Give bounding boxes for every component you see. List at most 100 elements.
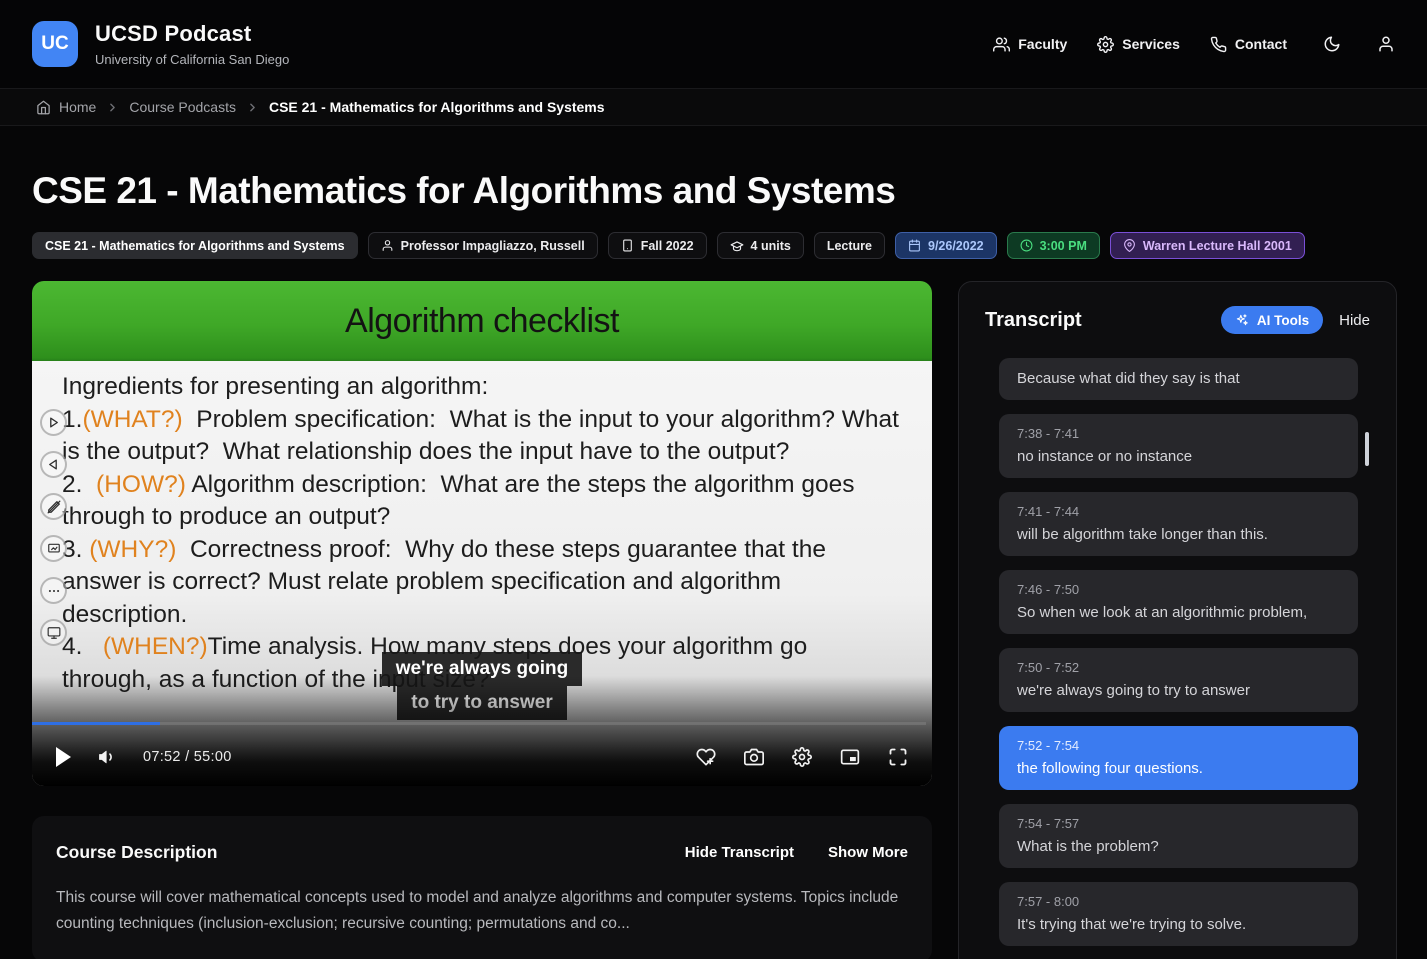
transcript-item[interactable]: Because what did they say is that xyxy=(999,358,1358,400)
volume-icon[interactable] xyxy=(97,747,117,767)
transcript-hide-button[interactable]: Hide xyxy=(1339,312,1370,329)
transcript-item[interactable]: 7:54 - 7:57What is the problem? xyxy=(999,804,1358,868)
graduation-cap-icon xyxy=(730,239,744,253)
transcript-item[interactable]: 7:38 - 7:41 no instance or no instance xyxy=(999,414,1358,478)
picture-in-picture-icon[interactable] xyxy=(840,747,860,767)
chip-units-label: 4 units xyxy=(751,239,791,253)
person-icon xyxy=(381,239,394,252)
breadcrumb-home-label: Home xyxy=(59,99,96,115)
transcript-text: will be algorithm take longer than this. xyxy=(1017,526,1340,543)
annotation-monitor-icon[interactable] xyxy=(40,619,67,646)
slide-highlight: (WHY?) xyxy=(89,536,176,563)
slide-item: 1.(WHAT?) Problem specification: What is… xyxy=(62,404,902,469)
show-more-button[interactable]: Show More xyxy=(828,844,908,861)
slide-item: 3. (WHY?) Correctness proof: Why do thes… xyxy=(62,534,902,632)
time-display: 07:52 / 55:00 xyxy=(143,749,232,765)
transcript-title: Transcript xyxy=(985,309,1082,332)
caption-overlay: we're always going to try to answer xyxy=(32,652,932,720)
transcript-text: no instance or no instance xyxy=(1017,448,1340,465)
video-progress-bar[interactable] xyxy=(32,722,926,725)
chevron-right-icon xyxy=(106,101,119,114)
slide-header: Algorithm checklist xyxy=(32,281,932,361)
annotation-board-icon[interactable] xyxy=(40,535,67,562)
ucsd-logo: UC xyxy=(32,21,78,67)
transcript-item[interactable]: 7:57 - 8:00 It's trying that we're trying… xyxy=(999,882,1358,946)
transcript-item[interactable]: 7:41 - 7:44 will be algorithm take longer… xyxy=(999,492,1358,556)
header-nav: Faculty Services Contact xyxy=(993,35,1395,53)
chip-course-code: CSE 21 - Mathematics for Algorithms and … xyxy=(32,232,358,259)
map-pin-icon xyxy=(1123,239,1136,252)
chip-location-label: Warren Lecture Hall 2001 xyxy=(1143,239,1292,253)
play-button[interactable] xyxy=(56,747,71,767)
main-content: CSE 21 - Mathematics for Algorithms and … xyxy=(0,126,1427,959)
chip-time-label: 3:00 PM xyxy=(1040,239,1087,253)
annotation-pen-off-icon[interactable] xyxy=(40,493,67,520)
app-header: UC UCSD Podcast University of California… xyxy=(0,0,1427,88)
nav-faculty[interactable]: Faculty xyxy=(993,36,1067,53)
video-progress-fill xyxy=(32,722,160,725)
phone-icon xyxy=(1210,36,1227,53)
slide-item: 2. (HOW?) Algorithm description: What ar… xyxy=(62,469,902,534)
transcript-item[interactable]: 7:50 - 7:52we're always going to try to … xyxy=(999,648,1358,712)
transcript-panel: Transcript AI Tools Hide Because what di… xyxy=(958,281,1397,959)
users-icon xyxy=(993,36,1010,53)
ai-tools-label: AI Tools xyxy=(1257,313,1309,328)
breadcrumb: Home Course Podcasts CSE 21 - Mathematic… xyxy=(0,88,1427,126)
chip-professor: Professor Impagliazzo, Russell xyxy=(368,232,598,259)
chip-term-label: Fall 2022 xyxy=(641,239,694,253)
home-icon xyxy=(36,100,51,115)
transcript-list: Because what did they say is that 7:38 - … xyxy=(981,358,1374,959)
ai-tools-button[interactable]: AI Tools xyxy=(1221,306,1323,334)
favorite-heart-plus-icon[interactable] xyxy=(696,747,716,767)
transcript-scrollbar[interactable] xyxy=(1365,432,1369,466)
video-player[interactable]: Algorithm checklist Ingredients for pres… xyxy=(32,281,932,786)
transcript-timestamp: 7:57 - 8:00 xyxy=(1017,894,1340,909)
chip-time: 3:00 PM xyxy=(1007,232,1100,259)
transcript-item[interactable]: 7:52 - 7:54 the following four questions. xyxy=(999,726,1358,790)
transcript-text: Because what did they say is that xyxy=(1017,370,1340,387)
course-description-card: Course Description Hide Transcript Show … xyxy=(32,816,932,959)
transcript-text: we're always going to try to answer xyxy=(1017,682,1340,699)
course-description-text: This course will cover mathematical conc… xyxy=(56,885,908,936)
breadcrumb-current: CSE 21 - Mathematics for Algorithms and … xyxy=(269,99,605,115)
transcript-timestamp: 7:41 - 7:44 xyxy=(1017,504,1340,519)
breadcrumb-home[interactable]: Home xyxy=(36,99,96,115)
screenshot-camera-icon[interactable] xyxy=(744,747,764,767)
hide-transcript-button[interactable]: Hide Transcript xyxy=(685,844,794,861)
nav-faculty-label: Faculty xyxy=(1018,36,1067,52)
annotation-more-icon[interactable] xyxy=(40,577,67,604)
fullscreen-icon[interactable] xyxy=(888,747,908,767)
app-subtitle: University of California San Diego xyxy=(95,52,289,67)
slide-highlight: (HOW?) xyxy=(96,471,186,498)
annotation-next-icon[interactable] xyxy=(40,409,67,436)
nav-services-label: Services xyxy=(1122,36,1180,52)
slide-title: Algorithm checklist xyxy=(345,302,619,341)
settings-gear-icon[interactable] xyxy=(792,747,812,767)
transcript-timestamp: 7:38 - 7:41 xyxy=(1017,426,1340,441)
breadcrumb-course-podcasts[interactable]: Course Podcasts xyxy=(129,99,236,115)
calendar-icon xyxy=(908,239,921,252)
chip-professor-label: Professor Impagliazzo, Russell xyxy=(401,239,585,253)
dark-mode-toggle-moon-icon[interactable] xyxy=(1323,35,1341,53)
transcript-timestamp: 7:54 - 7:57 xyxy=(1017,816,1340,831)
nav-services[interactable]: Services xyxy=(1097,36,1180,53)
chip-date: 9/26/2022 xyxy=(895,232,997,259)
video-controls: 07:52 / 55:00 xyxy=(32,728,932,786)
caption-line-1: we're always going xyxy=(382,652,582,686)
transcript-text: It's trying that we're trying to solve. xyxy=(1017,916,1340,933)
page-title: CSE 21 - Mathematics for Algorithms and … xyxy=(32,170,1397,212)
annotation-toolbar xyxy=(40,409,67,646)
caption-line-2: to try to answer xyxy=(397,686,566,720)
transcript-item[interactable]: 7:46 - 7:50So when we look at an algorit… xyxy=(999,570,1358,634)
chip-location: Warren Lecture Hall 2001 xyxy=(1110,232,1305,259)
user-account-icon[interactable] xyxy=(1377,35,1395,53)
nav-contact[interactable]: Contact xyxy=(1210,36,1287,53)
chevron-right-icon xyxy=(246,101,259,114)
brand[interactable]: UC UCSD Podcast University of California… xyxy=(32,21,289,67)
transcript-text: the following four questions. xyxy=(1017,760,1340,777)
app-title: UCSD Podcast xyxy=(95,21,289,47)
transcript-text: So when we look at an algorithmic proble… xyxy=(1017,604,1340,621)
transcript-timestamp: 7:52 - 7:54 xyxy=(1017,738,1340,753)
annotation-prev-icon[interactable] xyxy=(40,451,67,478)
slide-intro: Ingredients for presenting an algorithm: xyxy=(62,371,902,404)
